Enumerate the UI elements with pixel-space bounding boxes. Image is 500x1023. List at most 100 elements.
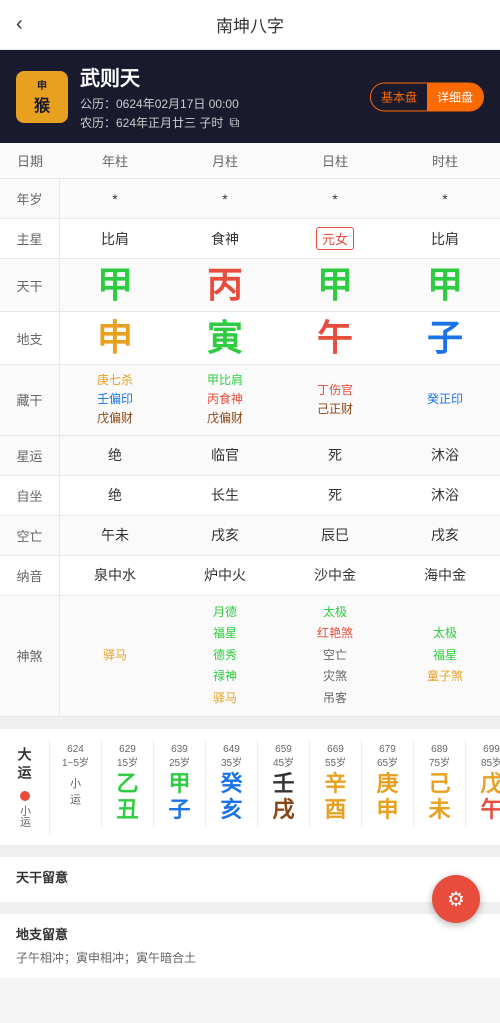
kong-wang-label: 空亡 <box>0 516 60 555</box>
dayun-dot <box>20 791 30 801</box>
di-zhi-day: 午 <box>317 320 353 356</box>
tian-gan-hour: 甲 <box>427 267 463 303</box>
settings-icon: ⚙ <box>447 887 465 912</box>
na-yin-row: 纳音 泉中水 炉中火 沙中金 海中金 <box>0 556 500 596</box>
dayun-year-0: 624 1~5岁 <box>62 743 89 771</box>
na-yin-cell-2: 沙中金 <box>280 556 390 595</box>
tian-gan-label: 天干 <box>0 259 60 311</box>
di-zhi-row: 地支 申 寅 午 子 <box>0 312 500 365</box>
kong-wang-cell-0: 午未 <box>60 516 170 555</box>
shen-sha-row: 神煞 驿马 月德 福星 德秀 禄神 驿马 太极 红艳煞 空亡 灾煞 吊客 太极 … <box>0 596 500 717</box>
tian-gan-day: 甲 <box>317 267 353 303</box>
zi-zuo-cell-3: 沐浴 <box>390 476 500 515</box>
copy-icon[interactable]: ⧉ <box>229 114 239 131</box>
dayun-char-1: 乙 <box>116 771 138 797</box>
zi-zuo-cell-1: 长生 <box>170 476 280 515</box>
tian-gan-cell-1: 丙 <box>170 259 280 311</box>
na-yin-label: 纳音 <box>0 556 60 595</box>
di-zhi-cell-0: 申 <box>60 312 170 364</box>
dayun-item-0: 624 1~5岁 小运 <box>50 739 102 828</box>
tian-gan-month: 丙 <box>207 267 243 303</box>
dayun-year-6: 679 65岁 <box>377 743 398 771</box>
zi-zuo-row: 自坐 绝 长生 死 沐浴 <box>0 476 500 516</box>
age-cell-1: * <box>170 179 280 218</box>
xing-yun-label: 星运 <box>0 436 60 475</box>
kong-wang-row: 空亡 午未 戌亥 辰巳 戌亥 <box>0 516 500 556</box>
dayun-year-4: 659 45岁 <box>273 743 294 771</box>
dayun-di-2: 子 <box>168 797 190 823</box>
xing-yun-cell-3: 沐浴 <box>390 436 500 475</box>
zodiac-label: 申 <box>37 77 47 92</box>
dayun-item-5: 669 55岁 辛 酉 <box>310 739 362 828</box>
zang-gan-cell-1: 甲比肩 丙食神 戊偏财 <box>170 365 280 435</box>
dayun-item-6: 679 65岁 庚 申 <box>362 739 414 828</box>
age-cell-3: * <box>390 179 500 218</box>
dayun-char-2: 甲 <box>168 771 190 797</box>
profile-lunar: 农历：624年正月廿三 子时 ⧉ <box>80 114 484 131</box>
zi-zuo-cell-2: 死 <box>280 476 390 515</box>
na-yin-cell-0: 泉中水 <box>60 556 170 595</box>
dayun-year-2: 639 25岁 <box>169 743 190 771</box>
dayun-di-4: 戌 <box>272 797 294 823</box>
dayun-item-4: 659 45岁 壬 戌 <box>258 739 310 828</box>
tian-gan-cell-0: 甲 <box>60 259 170 311</box>
age-label: 年岁 <box>0 179 60 218</box>
col-header-year: 年柱 <box>60 143 170 178</box>
shen-sha-label: 神煞 <box>0 596 60 716</box>
animal-label: 猴 <box>34 92 50 116</box>
xing-yun-cell-1: 临官 <box>170 436 280 475</box>
dayun-year-3: 649 35岁 <box>221 743 242 771</box>
di-zhi-label: 地支 <box>0 312 60 364</box>
col-header-hour: 时柱 <box>390 143 500 178</box>
dayun-item-3: 649 35岁 癸 亥 <box>206 739 258 828</box>
zang-gan-cell-2: 丁伤官 己正财 <box>280 365 390 435</box>
tab-basic-button[interactable]: 基本盘 <box>371 83 427 110</box>
age-row: 年岁 * * * * <box>0 179 500 219</box>
di-zhi-note: 地支留意 子午相冲；寅申相冲；寅午暗合土 <box>0 908 500 978</box>
header: ‹ 南坤八字 <box>0 0 500 50</box>
profile-banner: 申 猴 武则天 公历：0624年02月17日 00:00 农历：624年正月廿三… <box>0 50 500 143</box>
dayun-section: 大运 小运 624 1~5岁 小运 629 15岁 <box>0 723 500 845</box>
dayun-items: 624 1~5岁 小运 629 15岁 乙 丑 <box>50 739 500 828</box>
main-table: 日期 年柱 月柱 日柱 时柱 年岁 * * * * 主星 比肩 食神 元女 比肩… <box>0 143 500 717</box>
header-title: 南坤八字 <box>216 12 284 37</box>
xing-yun-cell-0: 绝 <box>60 436 170 475</box>
main-star-cell-1: 食神 <box>170 219 280 258</box>
dayun-year-8: 699 85岁 <box>481 743 500 771</box>
age-cell-2: * <box>280 179 390 218</box>
tab-detail-button[interactable]: 详细盘 <box>427 83 483 110</box>
dayun-item-8: 699 85岁 戊 午 <box>466 739 500 828</box>
column-headers: 日期 年柱 月柱 日柱 时柱 <box>0 143 500 179</box>
di-zhi-title: 地支留意 <box>16 924 484 943</box>
dayun-item-1: 629 15岁 乙 丑 <box>102 739 154 828</box>
col-header-label: 日期 <box>0 143 60 178</box>
zi-zuo-label: 自坐 <box>0 476 60 515</box>
dayun-di-8: 午 <box>480 797 500 823</box>
dayun-item-7: 689 75岁 己 未 <box>414 739 466 828</box>
zang-gan-label: 藏干 <box>0 365 60 435</box>
kong-wang-cell-2: 辰巳 <box>280 516 390 555</box>
back-button[interactable]: ‹ <box>16 13 23 36</box>
dayun-label-container: 大运 小运 <box>0 739 50 835</box>
dayun-year-5: 669 55岁 <box>325 743 346 771</box>
tian-gan-year: 甲 <box>97 267 133 303</box>
tian-gan-cell-2: 甲 <box>280 259 390 311</box>
di-zhi-month: 寅 <box>207 320 243 356</box>
dayun-scroll[interactable]: 624 1~5岁 小运 629 15岁 乙 丑 <box>50 739 500 835</box>
kong-wang-cell-1: 戌亥 <box>170 516 280 555</box>
zi-zuo-cell-0: 绝 <box>60 476 170 515</box>
xiaoyun-label: 小运 <box>17 805 33 827</box>
dayun-di-6: 申 <box>376 797 398 823</box>
xing-yun-cell-2: 死 <box>280 436 390 475</box>
di-zhi-cell-3: 子 <box>390 312 500 364</box>
di-zhi-hour: 子 <box>427 320 463 356</box>
di-zhi-cell-1: 寅 <box>170 312 280 364</box>
tab-switch: 基本盘 详细盘 <box>370 82 484 111</box>
zang-gan-cell-0: 庚七杀 壬偏印 戊偏财 <box>60 365 170 435</box>
xing-yun-row: 星运 绝 临官 死 沐浴 <box>0 436 500 476</box>
fab-settings-button[interactable]: ⚙ <box>432 875 480 923</box>
shen-sha-cell-0: 驿马 <box>60 596 170 716</box>
kong-wang-cell-3: 戌亥 <box>390 516 500 555</box>
col-header-month: 月柱 <box>170 143 280 178</box>
dayun-di-3: 亥 <box>220 797 242 823</box>
